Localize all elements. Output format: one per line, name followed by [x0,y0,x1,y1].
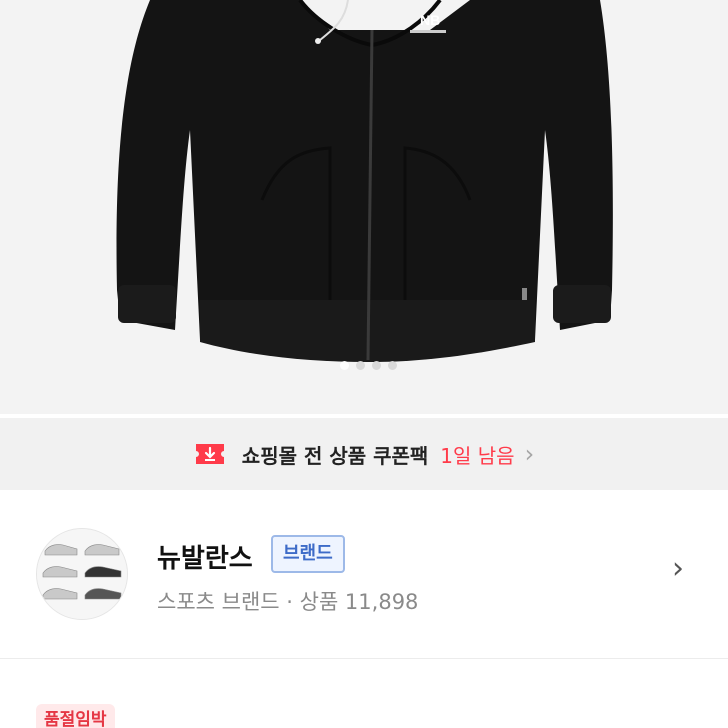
coupon-text: 쇼핑몰 전 상품 쿠폰팩 [241,443,429,468]
pager-dot-4[interactable] [388,361,397,370]
pager-dot-3[interactable] [372,361,381,370]
image-pager [0,359,728,373]
pager-dot-2[interactable] [356,361,365,370]
product-image[interactable]: NB [0,0,728,414]
shop-name: 뉴발란스 [157,544,253,574]
section-divider [0,658,728,659]
coupon-banner[interactable]: 쇼핑몰 전 상품 쿠폰팩 1일 남음 › [0,418,728,490]
shop-avatar[interactable] [36,528,128,620]
brand-logo: NB [420,12,440,28]
status-badge: 품절임박 [36,704,115,728]
coupon-remaining: 1일 남음 [440,443,515,468]
shop-meta: 스포츠 브랜드 · 상품 11,898 [157,590,419,614]
coupon-ticket-icon [195,444,224,464]
chevron-right-icon[interactable]: › [672,554,684,584]
hoodie-illustration: NB [0,0,728,414]
pager-dot-1[interactable] [340,361,349,370]
brand-badge: 브랜드 [271,535,345,573]
sneaker-grid-icon [37,529,127,619]
shop-info-row[interactable]: 뉴발란스 브랜드 스포츠 브랜드 · 상품 11,898 › [0,520,728,630]
chevron-right-icon: › [524,440,535,468]
